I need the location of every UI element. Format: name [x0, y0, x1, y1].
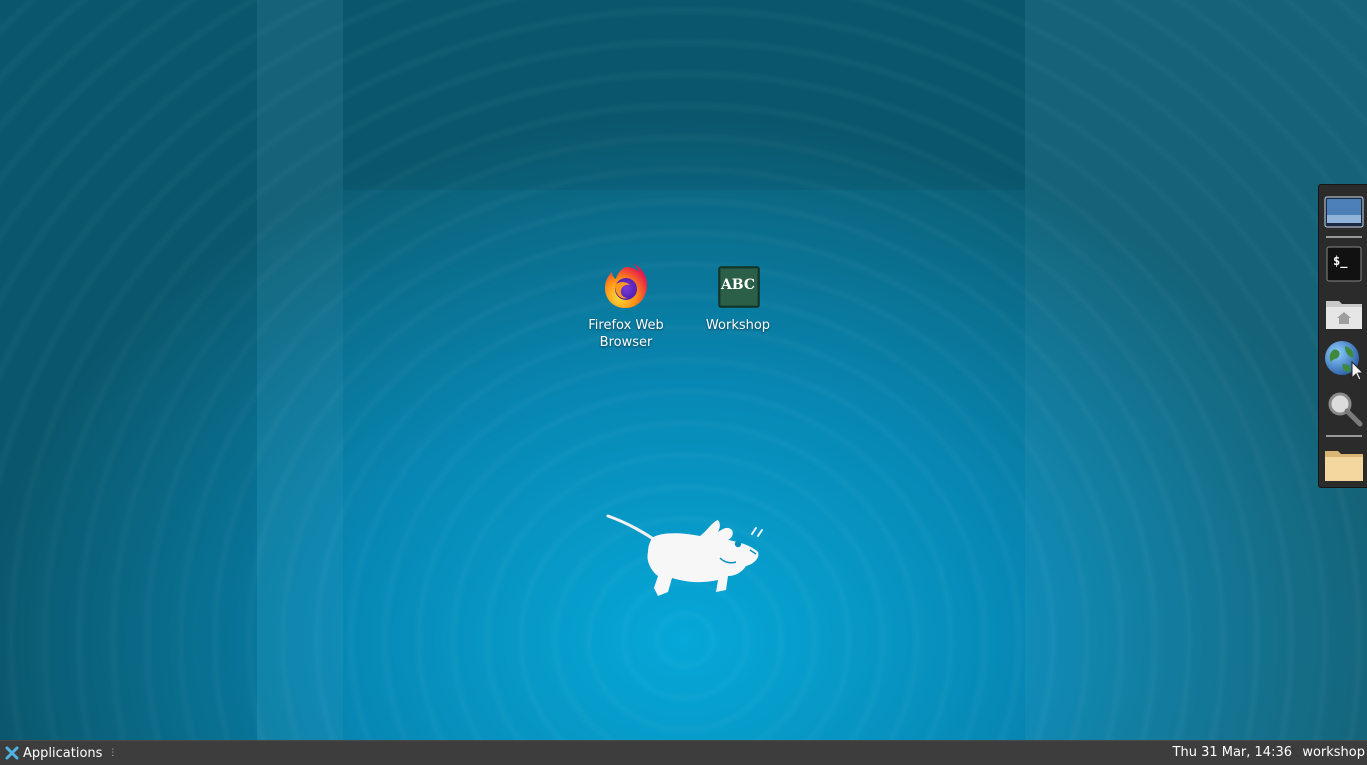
- wallpaper-band: [1025, 0, 1367, 740]
- firefox-icon: [602, 263, 650, 311]
- desktop-icon: [1324, 196, 1364, 228]
- wallpaper-band: [257, 0, 343, 740]
- applications-menu-label: Applications: [23, 745, 103, 761]
- globe-cursor-icon: [1325, 341, 1365, 381]
- web-browser-button[interactable]: [1323, 338, 1365, 381]
- terminal-glyph: $_: [1333, 254, 1348, 268]
- wallpaper-band: [0, 0, 257, 740]
- show-desktop-button[interactable]: [1323, 191, 1365, 233]
- panel-grip-icon: ⋮: [108, 748, 118, 758]
- home-folder-button[interactable]: [1323, 293, 1365, 335]
- panel-clock[interactable]: Thu 31 Mar, 14:36: [1173, 741, 1292, 765]
- folder-icon: [1325, 451, 1363, 481]
- file-manager-button[interactable]: [1323, 443, 1365, 485]
- xfce-mouse-logo: [606, 514, 763, 596]
- wallpaper-band: [343, 0, 1025, 190]
- bottom-panel: Applications ⋮ Thu 31 Mar, 14:36 worksho…: [0, 740, 1367, 765]
- home-folder-icon: [1326, 301, 1362, 329]
- applications-menu-button[interactable]: Applications ⋮: [2, 741, 120, 765]
- magnifier-icon: [1328, 392, 1363, 427]
- panel-user-label[interactable]: workshop: [1302, 741, 1365, 765]
- xfce-logo-icon: [5, 746, 19, 760]
- search-button[interactable]: [1323, 388, 1365, 430]
- dock: $_: [1318, 184, 1367, 488]
- dock-separator: [1326, 435, 1362, 437]
- desktop-icon-label: Workshop: [705, 318, 771, 333]
- chalkboard-icon: ABC: [714, 263, 762, 311]
- dock-separator: [1326, 236, 1362, 238]
- terminal-button[interactable]: $_: [1323, 243, 1365, 285]
- desktop-icon-firefox[interactable]: Firefox Web Browser: [580, 263, 672, 351]
- desktop-icon-label: Firefox Web Browser: [588, 318, 664, 350]
- chalkboard-text: ABC: [720, 277, 756, 293]
- desktop[interactable]: Firefox Web Browser ABC Workshop: [0, 0, 1367, 740]
- desktop-icon-workshop[interactable]: ABC Workshop: [692, 263, 784, 334]
